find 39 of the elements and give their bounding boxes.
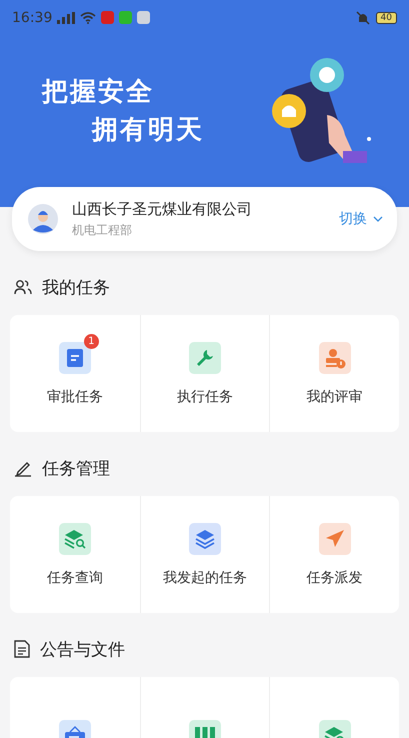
avatar-icon (28, 204, 58, 234)
menu-item[interactable]: 执行任务 (140, 315, 270, 432)
menu-item[interactable]: 任务查询 (10, 496, 140, 613)
wifi-icon (80, 12, 96, 24)
banner-slogan: 拥有明天 (90, 114, 204, 147)
department-name: 机电工程部 (72, 222, 133, 238)
layers-search-icon (64, 528, 86, 548)
menu-label: 我的评审 (306, 388, 363, 406)
signal-icon (57, 12, 76, 24)
app-notification-icon (137, 11, 150, 24)
menu-item[interactable]: 我发起的任务 (140, 496, 270, 613)
users-icon (14, 279, 32, 295)
layers-icon (194, 528, 215, 548)
notification-badge: 1 (84, 334, 99, 348)
company-name: 山西长子圣元煤业有限公司 (72, 200, 253, 218)
section-title: 我的任务 (42, 276, 110, 298)
banner-slogan: 把握安全 (42, 76, 155, 109)
menu-label: 执行任务 (176, 388, 233, 406)
menu-label: 任务查询 (46, 568, 103, 586)
menu-item[interactable]: 任务派发 (269, 496, 399, 613)
stamp-icon (324, 346, 346, 368)
paper-plane-icon (324, 528, 345, 548)
menu-label: 我发起的任务 (162, 568, 247, 586)
document-icon (66, 348, 84, 368)
menu-label: 任务派发 (306, 568, 363, 586)
status-time: 16:39 (12, 10, 52, 26)
menu-item[interactable]: 我的评审 (269, 315, 399, 432)
menu-item[interactable]: 1 审批任务 (10, 315, 140, 432)
document-icon (14, 640, 30, 658)
section-title: 公告与文件 (40, 638, 125, 660)
app-notification-icon (101, 11, 114, 24)
battery-indicator: 40 (376, 12, 397, 24)
mute-icon (354, 10, 371, 24)
pencil-icon (14, 460, 32, 476)
app-notification-icon (119, 11, 132, 24)
wrench-icon (194, 348, 215, 368)
chevron-down-icon (373, 216, 383, 222)
menu-label: 审批任务 (46, 388, 103, 406)
section-title: 任务管理 (42, 458, 110, 480)
